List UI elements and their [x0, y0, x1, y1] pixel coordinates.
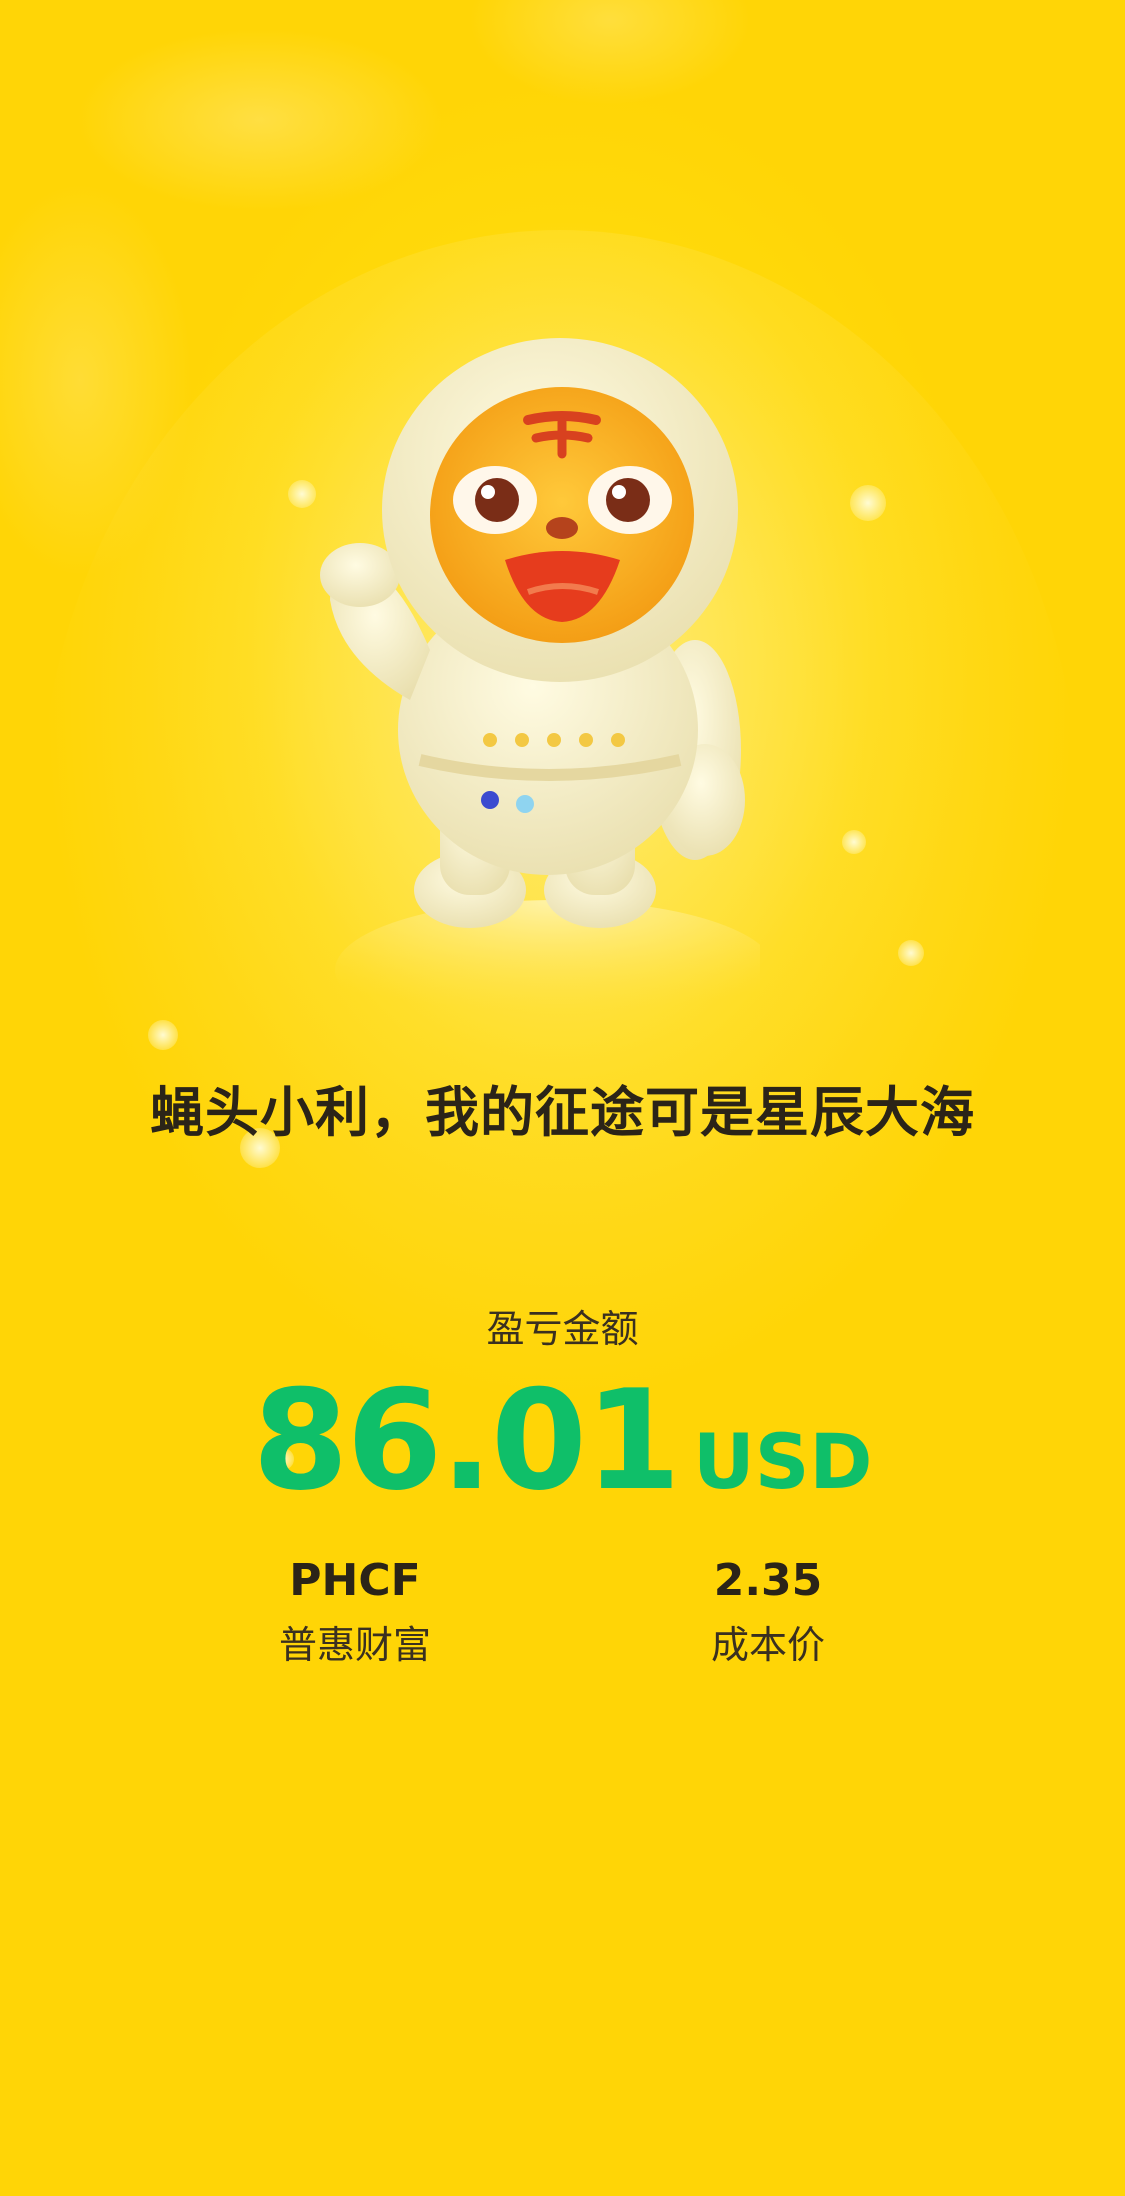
sparkle [148, 1020, 178, 1050]
slogan-text: 蝇头小利，我的征途可是星辰大海 [150, 1081, 975, 1144]
pnl-currency: USD [692, 1417, 873, 1506]
pnl-label: 盈亏金额 [486, 1307, 639, 1351]
tiger-astronaut-mascot-icon [300, 330, 775, 1040]
cost-price-info: 2.35 成本价 [588, 1555, 948, 1669]
pnl-value: 86.01 USD [0, 1360, 1125, 1521]
cost-price-label: 成本价 [710, 1623, 825, 1667]
stock-info: PHCF 普惠财富 [175, 1555, 535, 1669]
pnl-amount: 86.01 [252, 1360, 681, 1521]
sparkle [842, 830, 866, 854]
stock-code: PHCF [289, 1555, 421, 1606]
sparkle [850, 485, 886, 521]
sparkle [898, 940, 924, 966]
stock-name: 普惠财富 [278, 1623, 431, 1667]
cost-price-value: 2.35 [713, 1555, 823, 1606]
